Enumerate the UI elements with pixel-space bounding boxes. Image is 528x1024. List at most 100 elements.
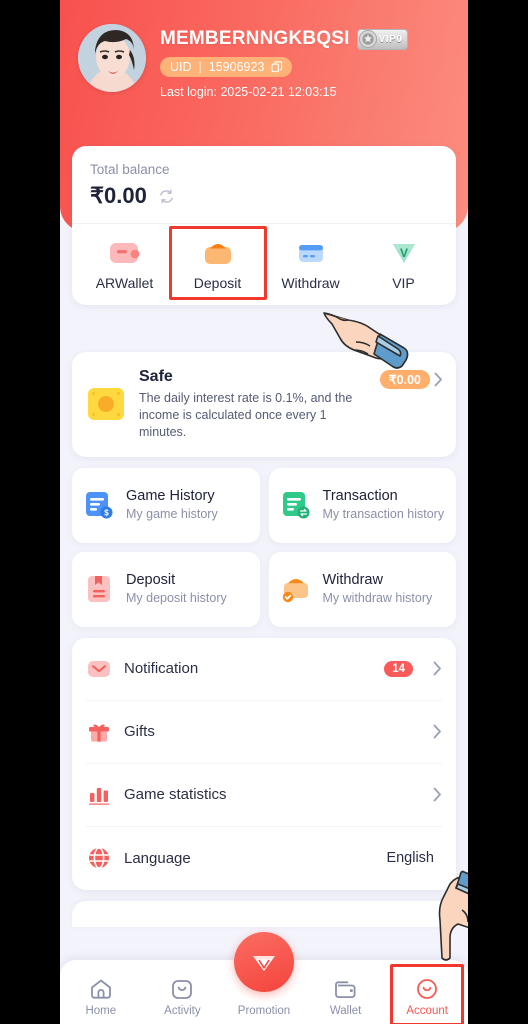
list-item-notification[interactable]: Notification 14 bbox=[86, 638, 442, 701]
balance-label: Total balance bbox=[90, 162, 170, 177]
safe-text: Safe The daily interest rate is 0.1%, an… bbox=[139, 368, 367, 441]
list-item-label: Notification bbox=[124, 660, 199, 678]
profile-row: MEMBERNNGKBQSI VIP0 UID | 15906923 Last … bbox=[60, 0, 468, 99]
history-grid: $ Game History My game history Transacti… bbox=[72, 467, 456, 627]
action-label: VIP bbox=[392, 275, 415, 291]
avatar-image bbox=[78, 24, 146, 92]
quick-actions: ARWallet Deposit Withdraw V VIP bbox=[72, 223, 456, 305]
card-title: Game History bbox=[126, 487, 215, 504]
username: MEMBERNNGKBQSI bbox=[160, 28, 350, 49]
nav-label: Activity bbox=[164, 1005, 201, 1017]
uid-value: 15906923 bbox=[208, 60, 265, 74]
card-subtitle: My game history bbox=[126, 507, 218, 521]
action-vip[interactable]: V VIP bbox=[357, 238, 450, 291]
safe-card[interactable]: Safe The daily interest rate is 0.1%, an… bbox=[72, 352, 456, 457]
balance-top: Total balance ₹0.00 bbox=[72, 146, 456, 223]
card-withdraw-history[interactable]: Withdraw My withdraw history bbox=[268, 551, 456, 627]
card-subtitle: My deposit history bbox=[126, 591, 227, 605]
uid-pill[interactable]: UID | 15906923 bbox=[160, 57, 293, 77]
gift-icon bbox=[89, 724, 109, 742]
transaction-icon bbox=[282, 492, 309, 519]
card-subtitle: My withdraw history bbox=[322, 591, 433, 605]
action-label: Withdraw bbox=[281, 275, 340, 291]
card-text: Deposit My deposit history bbox=[126, 572, 227, 607]
game-history-icon: $ bbox=[86, 492, 113, 519]
card-title: Deposit bbox=[126, 571, 176, 588]
promotion-diamond-icon bbox=[252, 956, 275, 971]
vip-badge[interactable]: VIP0 bbox=[356, 28, 409, 50]
action-arwallet[interactable]: ARWallet bbox=[78, 238, 171, 291]
profile-text: MEMBERNNGKBQSI VIP0 UID | 15906923 Last … bbox=[160, 24, 409, 99]
settings-list: Notification 14 Gifts Game statistics La… bbox=[72, 637, 456, 890]
uid-separator: | bbox=[198, 60, 202, 74]
action-label: ARWallet bbox=[95, 275, 154, 291]
card-text: Transaction My transaction history bbox=[323, 488, 445, 523]
refresh-icon[interactable] bbox=[158, 188, 175, 205]
next-card-peek bbox=[72, 900, 456, 927]
balance-amount-row: ₹0.00 bbox=[90, 183, 438, 209]
balance-amount: ₹0.00 bbox=[90, 183, 147, 208]
vip-level-label: VIP0 bbox=[378, 33, 403, 45]
card-subtitle: My transaction history bbox=[322, 507, 445, 521]
chevron-right-icon bbox=[434, 372, 442, 387]
list-item-language[interactable]: Language English bbox=[86, 827, 442, 890]
wallet-icon bbox=[109, 243, 139, 263]
vip-gem-icon: V bbox=[392, 244, 415, 263]
card-deposit-history[interactable]: Deposit My deposit history bbox=[72, 551, 260, 627]
safe-description: The daily interest rate is 0.1%, and the… bbox=[139, 391, 353, 439]
action-label: Deposit bbox=[193, 275, 242, 291]
username-line: MEMBERNNGKBQSI VIP0 bbox=[160, 28, 409, 50]
bottom-nav: Home Activity Promotion Wallet Account bbox=[60, 932, 468, 1024]
copy-icon[interactable] bbox=[271, 61, 283, 73]
notification-badge: 14 bbox=[384, 660, 413, 677]
list-item-gifts[interactable]: Gifts bbox=[86, 701, 442, 764]
uid-label: UID bbox=[170, 60, 192, 74]
nav-label: Wallet bbox=[329, 1005, 362, 1017]
mail-icon bbox=[88, 660, 110, 677]
nav-label: Home bbox=[85, 1005, 117, 1017]
phone-screen: MEMBERNNGKBQSI VIP0 UID | 15906923 Last … bbox=[60, 0, 468, 1024]
nav-item-home[interactable]: Home bbox=[60, 976, 142, 1024]
card-text: Withdraw My withdraw history bbox=[323, 572, 433, 607]
safe-title: Safe bbox=[139, 368, 173, 385]
nav-item-wallet[interactable]: Wallet bbox=[305, 976, 387, 1024]
list-item-game-statistics[interactable]: Game statistics bbox=[86, 764, 442, 827]
withdraw-card-icon bbox=[298, 245, 323, 262]
last-login-text: Last login: 2025-02-21 12:03:15 bbox=[160, 85, 337, 99]
bar-chart-icon bbox=[89, 787, 109, 805]
nav-label: Promotion bbox=[237, 1005, 291, 1017]
safe-amount-badge: ₹0.00 bbox=[379, 370, 430, 389]
balance-card: Total balance ₹0.00 ARWallet Deposit Wit… bbox=[72, 146, 456, 305]
list-item-label: Language bbox=[124, 849, 191, 867]
deposit-bag-icon bbox=[204, 244, 231, 264]
card-game-history[interactable]: $ Game History My game history bbox=[72, 467, 260, 543]
safe-right: ₹0.00 bbox=[379, 370, 443, 389]
action-withdraw[interactable]: Withdraw bbox=[264, 238, 357, 291]
home-icon bbox=[90, 979, 111, 999]
card-title: Withdraw bbox=[322, 571, 383, 588]
safe-box-icon bbox=[88, 388, 124, 421]
promotion-fab[interactable] bbox=[233, 932, 294, 992]
chevron-right-icon bbox=[433, 661, 441, 676]
svg-text:V: V bbox=[399, 246, 407, 260]
svg-text:$: $ bbox=[104, 509, 109, 518]
withdraw-history-icon bbox=[282, 579, 308, 603]
chevron-right-icon bbox=[433, 724, 441, 739]
nav-label: Account bbox=[406, 1005, 448, 1017]
card-transaction[interactable]: Transaction My transaction history bbox=[268, 467, 456, 543]
wallet-nav-icon bbox=[334, 981, 356, 998]
account-icon bbox=[417, 979, 438, 999]
activity-icon bbox=[172, 980, 193, 999]
avatar[interactable] bbox=[78, 24, 146, 92]
action-deposit[interactable]: Deposit bbox=[168, 226, 267, 300]
globe-icon bbox=[89, 847, 109, 869]
deposit-history-icon bbox=[88, 576, 110, 603]
list-item-label: Gifts bbox=[124, 723, 155, 741]
card-title: Transaction bbox=[322, 487, 398, 504]
list-item-label: Game statistics bbox=[124, 786, 227, 804]
medal-icon bbox=[358, 29, 378, 49]
nav-item-account[interactable]: Account bbox=[386, 964, 468, 1024]
chevron-right-icon bbox=[433, 787, 441, 802]
card-text: Game History My game history bbox=[126, 488, 218, 523]
nav-item-activity[interactable]: Activity bbox=[142, 976, 224, 1024]
